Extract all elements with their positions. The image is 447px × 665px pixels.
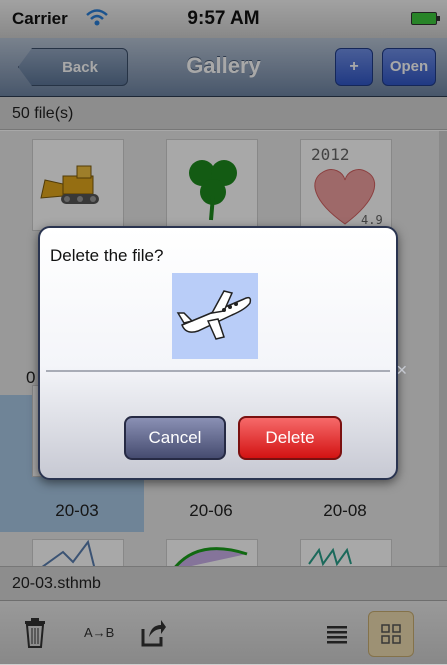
delete-button[interactable]: Delete bbox=[238, 416, 342, 460]
dialog-title: Delete the file? bbox=[50, 246, 164, 265]
delete-dialog: Delete the file? ✕ Cancel Delete bbox=[38, 226, 408, 480]
dialog-divider bbox=[46, 370, 390, 372]
cancel-button[interactable]: Cancel bbox=[124, 416, 226, 460]
dialog-preview-image bbox=[172, 273, 258, 359]
close-icon: ✕ bbox=[396, 362, 408, 378]
